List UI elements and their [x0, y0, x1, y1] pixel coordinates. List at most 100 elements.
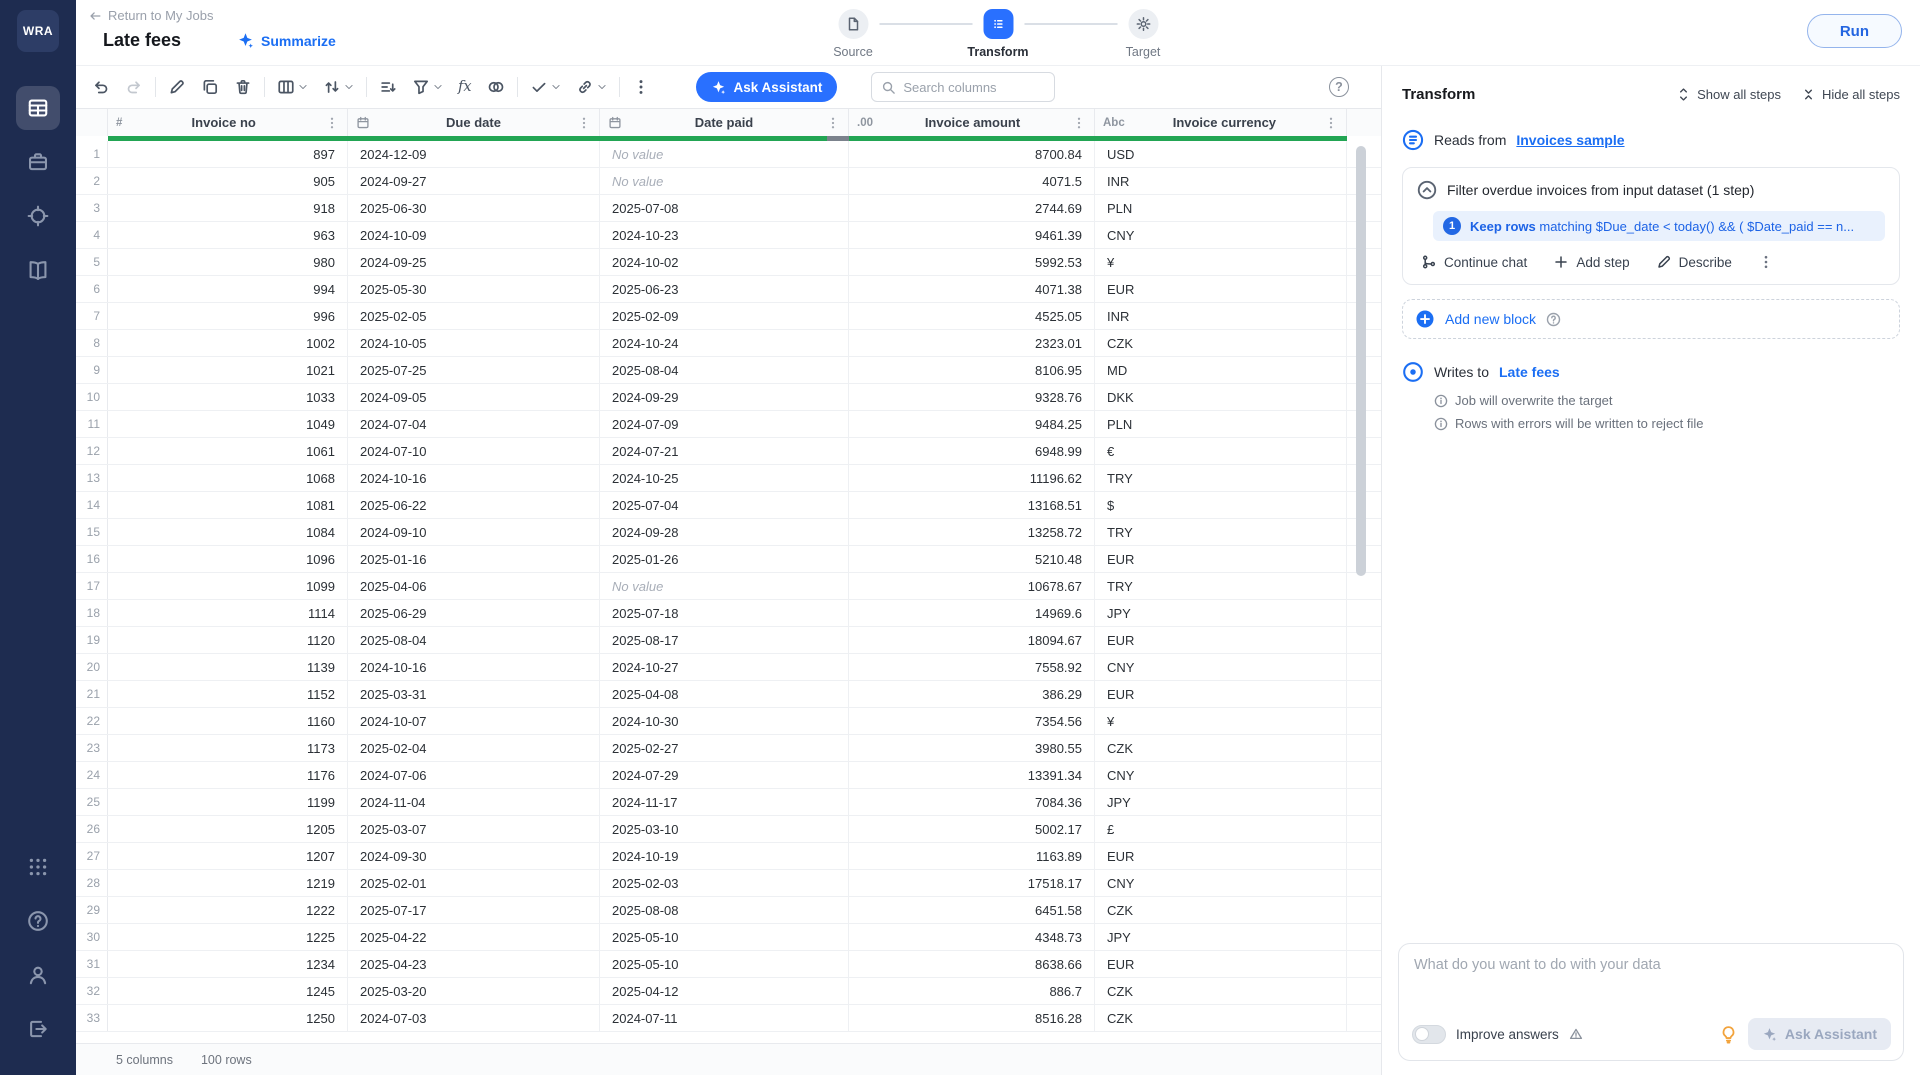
hide-all-steps-button[interactable]: Hide all steps: [1801, 87, 1900, 102]
cell-invoice-amount[interactable]: 5992.53: [849, 249, 1095, 275]
cell-invoice-no[interactable]: 1225: [108, 924, 348, 950]
cell-invoice-amount[interactable]: 5210.48: [849, 546, 1095, 572]
cell-date-paid[interactable]: 2024-09-28: [600, 519, 849, 545]
table-row[interactable]: 2712072024-09-302024-10-191163.89EUR: [76, 843, 1381, 870]
cell-due-date[interactable]: 2024-07-10: [348, 438, 600, 464]
sort-menu-button[interactable]: [323, 78, 354, 96]
cell-invoice-currency[interactable]: $: [1095, 492, 1347, 518]
help-icon[interactable]: [1546, 312, 1561, 327]
join-button[interactable]: [487, 78, 505, 96]
cell-due-date[interactable]: 2024-10-05: [348, 330, 600, 356]
cell-invoice-no[interactable]: 1068: [108, 465, 348, 491]
cell-due-date[interactable]: 2025-06-30: [348, 195, 600, 221]
source-dataset-link[interactable]: Invoices sample: [1516, 132, 1624, 148]
cell-invoice-amount[interactable]: 6451.58: [849, 897, 1095, 923]
cell-due-date[interactable]: 2024-11-04: [348, 789, 600, 815]
row-number[interactable]: 12: [76, 438, 108, 464]
run-button[interactable]: Run: [1807, 14, 1902, 48]
cell-date-paid[interactable]: 2024-10-19: [600, 843, 849, 869]
cell-invoice-no[interactable]: 1114: [108, 600, 348, 626]
cell-invoice-no[interactable]: 1250: [108, 1005, 348, 1031]
cell-due-date[interactable]: 2025-02-05: [348, 303, 600, 329]
row-number[interactable]: 31: [76, 951, 108, 977]
table-row[interactable]: 2311732025-02-042025-02-273980.55CZK: [76, 735, 1381, 762]
cell-due-date[interactable]: 2024-09-10: [348, 519, 600, 545]
table-row[interactable]: 3212452025-03-202025-04-12886.7CZK: [76, 978, 1381, 1005]
transform-step-icon[interactable]: [983, 9, 1013, 39]
cell-invoice-currency[interactable]: JPY: [1095, 789, 1347, 815]
cell-date-paid[interactable]: 2024-07-21: [600, 438, 849, 464]
add-new-block-button[interactable]: Add new block: [1402, 299, 1900, 339]
table-row[interactable]: 2011392024-10-162024-10-277558.92CNY: [76, 654, 1381, 681]
cell-due-date[interactable]: 2024-09-05: [348, 384, 600, 410]
cell-invoice-currency[interactable]: €: [1095, 438, 1347, 464]
cell-due-date[interactable]: 2025-04-23: [348, 951, 600, 977]
row-number[interactable]: 21: [76, 681, 108, 707]
table-row[interactable]: 69942025-05-302025-06-234071.38EUR: [76, 276, 1381, 303]
edit-cell-button[interactable]: [168, 78, 186, 96]
table-row[interactable]: 2912222025-07-172025-08-086451.58CZK: [76, 897, 1381, 924]
cell-invoice-no[interactable]: 1207: [108, 843, 348, 869]
cell-date-paid[interactable]: 2025-01-26: [600, 546, 849, 572]
table-row[interactable]: 59802024-09-252024-10-025992.53¥: [76, 249, 1381, 276]
cell-invoice-currency[interactable]: CZK: [1095, 1005, 1347, 1031]
table-row[interactable]: 1610962025-01-162025-01-265210.48EUR: [76, 546, 1381, 573]
cell-invoice-amount[interactable]: 18094.67: [849, 627, 1095, 653]
column-header-invoice-amount[interactable]: .00 Invoice amount: [849, 109, 1095, 136]
cell-invoice-currency[interactable]: MD: [1095, 357, 1347, 383]
cell-due-date[interactable]: 2025-03-31: [348, 681, 600, 707]
cell-due-date[interactable]: 2024-12-09: [348, 141, 600, 167]
table-row[interactable]: 1210612024-07-102024-07-216948.99€: [76, 438, 1381, 465]
cell-due-date[interactable]: 2025-05-30: [348, 276, 600, 302]
cell-due-date[interactable]: 2025-02-01: [348, 870, 600, 896]
cell-due-date[interactable]: 2025-07-17: [348, 897, 600, 923]
row-number[interactable]: 3: [76, 195, 108, 221]
table-row[interactable]: 1811142025-06-292025-07-1814969.6JPY: [76, 600, 1381, 627]
row-number[interactable]: 10: [76, 384, 108, 410]
cell-invoice-amount[interactable]: 9328.76: [849, 384, 1095, 410]
toolbar-help-button[interactable]: ?: [1329, 77, 1349, 97]
cell-date-paid[interactable]: 2025-02-09: [600, 303, 849, 329]
cell-invoice-amount[interactable]: 7354.56: [849, 708, 1095, 734]
cell-invoice-amount[interactable]: 14969.6: [849, 600, 1095, 626]
table-row[interactable]: 3112342025-04-232025-05-108638.66EUR: [76, 951, 1381, 978]
cell-invoice-currency[interactable]: JPY: [1095, 924, 1347, 950]
improve-answers-toggle[interactable]: [1412, 1025, 1446, 1044]
cell-invoice-amount[interactable]: 1163.89: [849, 843, 1095, 869]
cell-invoice-amount[interactable]: 17518.17: [849, 870, 1095, 896]
table-row[interactable]: 2612052025-03-072025-03-105002.17£: [76, 816, 1381, 843]
cell-invoice-amount[interactable]: 11196.62: [849, 465, 1095, 491]
row-number[interactable]: 18: [76, 600, 108, 626]
row-number[interactable]: 11: [76, 411, 108, 437]
cell-date-paid[interactable]: No value: [600, 168, 849, 194]
cell-invoice-currency[interactable]: EUR: [1095, 681, 1347, 707]
cell-invoice-currency[interactable]: ¥: [1095, 708, 1347, 734]
column-header-invoice-currency[interactable]: Abc Invoice currency: [1095, 109, 1347, 136]
cell-invoice-no[interactable]: 1160: [108, 708, 348, 734]
link-menu-button[interactable]: [576, 78, 607, 96]
cell-invoice-amount[interactable]: 7558.92: [849, 654, 1095, 680]
cell-invoice-no[interactable]: 1049: [108, 411, 348, 437]
block-more-options-button[interactable]: [1758, 254, 1774, 270]
cell-invoice-amount[interactable]: 8516.28: [849, 1005, 1095, 1031]
redo-button[interactable]: [125, 78, 143, 96]
cell-invoice-no[interactable]: 1099: [108, 573, 348, 599]
cell-due-date[interactable]: 2025-06-22: [348, 492, 600, 518]
cell-invoice-no[interactable]: 1084: [108, 519, 348, 545]
table-row[interactable]: 1010332024-09-052024-09-299328.76DKK: [76, 384, 1381, 411]
ask-assistant-button[interactable]: Ask Assistant: [696, 72, 838, 102]
table-row[interactable]: 2211602024-10-072024-10-307354.56¥: [76, 708, 1381, 735]
cell-date-paid[interactable]: 2025-05-10: [600, 924, 849, 950]
row-number[interactable]: 8: [76, 330, 108, 356]
table-row[interactable]: 2812192025-02-012025-02-0317518.17CNY: [76, 870, 1381, 897]
row-number[interactable]: 1: [76, 141, 108, 167]
cell-invoice-no[interactable]: 1061: [108, 438, 348, 464]
row-number[interactable]: 4: [76, 222, 108, 248]
row-number[interactable]: 25: [76, 789, 108, 815]
cell-date-paid[interactable]: No value: [600, 573, 849, 599]
cell-invoice-no[interactable]: 1205: [108, 816, 348, 842]
table-row[interactable]: 3312502024-07-032024-07-118516.28CZK: [76, 1005, 1381, 1032]
cell-date-paid[interactable]: 2025-04-08: [600, 681, 849, 707]
cell-due-date[interactable]: 2025-04-22: [348, 924, 600, 950]
table-row[interactable]: 1310682024-10-162024-10-2511196.62TRY: [76, 465, 1381, 492]
